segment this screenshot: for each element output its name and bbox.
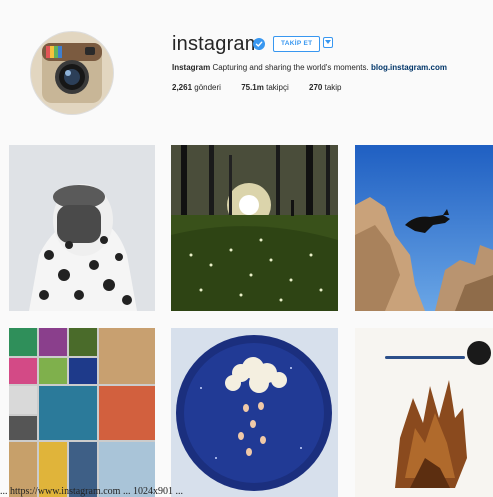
posts-count: 2,261 (172, 83, 193, 92)
post-forest-sunlight[interactable] (171, 145, 338, 311)
profile-header: instagram TAKİP ET Instagram Capturing a… (0, 0, 493, 135)
bio-text: Capturing and sharing the world's moment… (210, 63, 371, 72)
followers-label: takipçi (263, 83, 289, 92)
more-options-button[interactable] (323, 37, 333, 48)
post-image (9, 328, 155, 497)
verified-badge-icon (253, 38, 265, 50)
post-image (171, 145, 338, 311)
followers-stat[interactable]: 75.1m takipçi (241, 83, 289, 92)
post-image (9, 145, 155, 311)
image-caption: ... https://www.instagram.com ... 1024x9… (0, 487, 183, 497)
post-ink-watercolor[interactable] (355, 328, 493, 497)
profile-avatar[interactable] (31, 32, 113, 114)
post-blue-cloud-painting[interactable] (171, 328, 338, 497)
instagram-logo-icon (31, 32, 113, 114)
following-count: 270 (309, 83, 323, 92)
profile-stats: 2,261 gönderi 75.1m takipçi 270 takip (172, 83, 360, 92)
followers-count: 75.1m (241, 83, 264, 92)
posts-stat: 2,261 gönderi (172, 83, 221, 92)
post-image (355, 328, 493, 497)
profile-username: instagram (172, 33, 262, 55)
post-masked-figure[interactable] (9, 145, 155, 311)
post-image (355, 145, 493, 311)
posts-label: gönderi (192, 83, 221, 92)
chevron-down-icon (325, 40, 331, 44)
follow-button[interactable]: TAKİP ET (273, 36, 321, 52)
bio-link[interactable]: blog.instagram.com (371, 63, 447, 72)
profile-bio: Instagram Capturing and sharing the worl… (172, 63, 447, 72)
following-label: takip (322, 83, 342, 92)
following-stat[interactable]: 270 takip (309, 83, 341, 92)
post-image (171, 328, 338, 497)
post-cat-jumping-rocks[interactable] (355, 145, 493, 311)
bio-name: Instagram (172, 63, 211, 72)
post-photo-collage[interactable] (9, 328, 155, 497)
